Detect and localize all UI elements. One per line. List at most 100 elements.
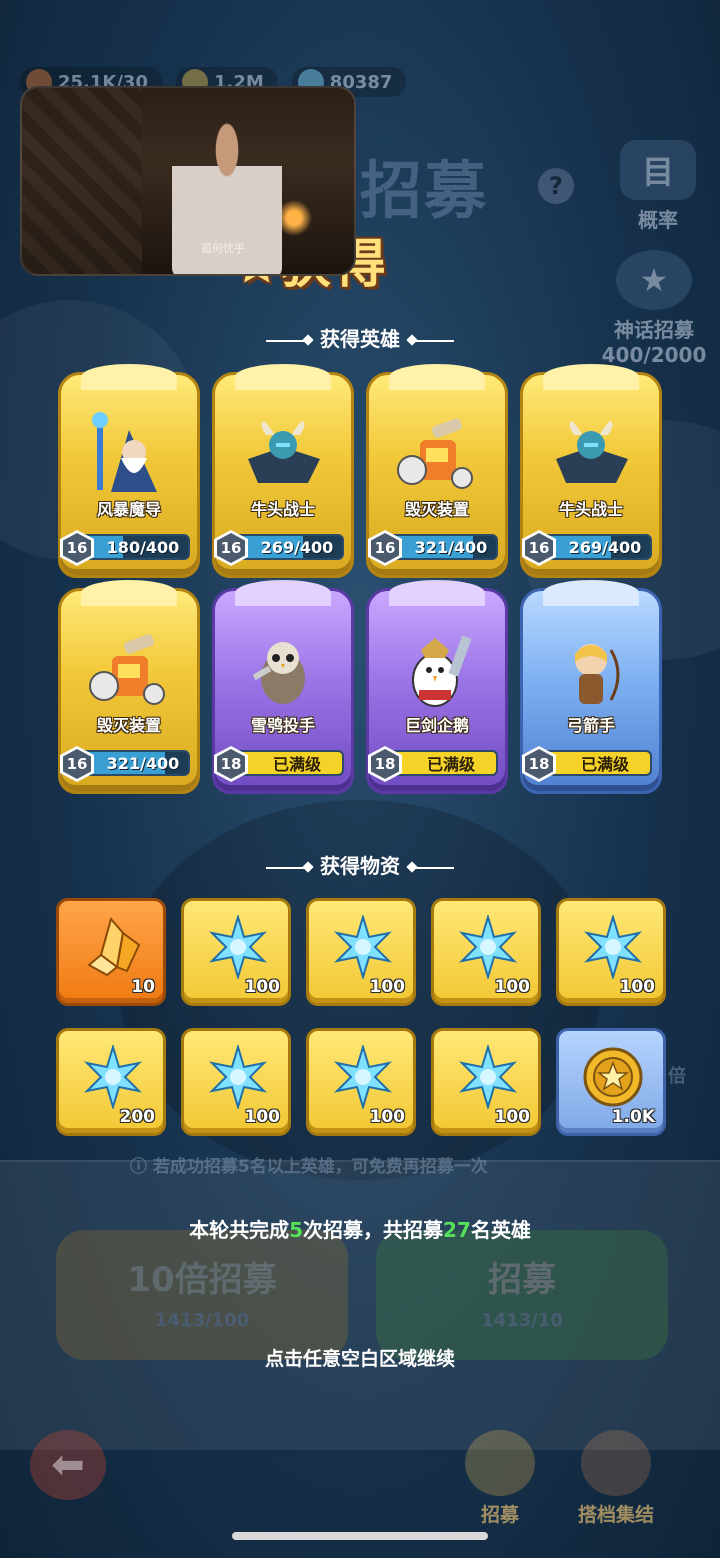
items-title-text: 获得物资 — [320, 854, 400, 878]
back-arrow-icon[interactable]: ⬅ — [30, 1430, 106, 1500]
hero-card-crest — [235, 364, 331, 390]
hero-progress-text: 269/400 — [260, 537, 334, 557]
hero-progress-text: 已满级 — [580, 755, 629, 774]
hero-name: 毁灭装置 — [96, 716, 161, 735]
page-title-recruit: 招募 — [360, 154, 489, 227]
hero-progress-text: 321/400 — [414, 537, 488, 557]
hero-level: 18 — [371, 749, 399, 779]
hero-card[interactable]: 毁灭装置 321/400 16 — [58, 580, 200, 794]
item-card[interactable]: 1.0K — [556, 1028, 666, 1136]
heroes-section-title: 获得英雄 — [0, 323, 720, 352]
hero-name: 雪鸮投手 — [250, 716, 315, 735]
coin-icon — [581, 1045, 645, 1109]
hero-card[interactable]: 风暴魔导 180/400 16 — [58, 364, 200, 578]
snowflake-icon — [206, 1043, 270, 1111]
hero-card-crest — [389, 364, 485, 390]
snowflake-icon — [206, 913, 270, 981]
hero-portrait — [84, 412, 174, 496]
title-decoration — [412, 866, 454, 869]
hero-level: 16 — [371, 533, 399, 563]
hero-progress-text: 321/400 — [106, 753, 180, 773]
hero-progress-text: 180/400 — [106, 537, 180, 557]
title-decoration — [412, 339, 454, 342]
recruit-icon — [465, 1430, 535, 1496]
free-recruit-hint-text: 若成功招募5名以上英雄，可免费再招募一次 — [152, 1157, 488, 1177]
snowflake-icon — [81, 1043, 145, 1111]
hero-portrait — [392, 628, 482, 712]
hero-card[interactable]: 牛头战士 269/400 16 — [520, 364, 662, 578]
hero-level: 18 — [217, 749, 245, 779]
hero-name: 毁灭装置 — [404, 500, 469, 519]
single-recruit-label: 招募 — [488, 1260, 556, 1300]
items-section-title: 获得物资 — [0, 850, 720, 879]
item-count: 100 — [244, 1107, 281, 1127]
hero-level: 16 — [525, 533, 553, 563]
nav-recruit[interactable]: 招募 — [440, 1430, 560, 1527]
item-card[interactable]: 100 — [181, 898, 291, 1006]
item-card[interactable]: 100 — [556, 898, 666, 1006]
recruit-result-screen[interactable]: 25.1K/30 1.2M 80387 招募 ? 🟊获得 孤何忧乎 目 概率 ★… — [0, 0, 720, 1558]
item-count: 100 — [619, 977, 656, 997]
hero-portrait — [84, 628, 174, 712]
hero-card-crest — [389, 580, 485, 606]
help-icon[interactable]: ? — [538, 168, 574, 204]
item-card[interactable]: 100 — [181, 1028, 291, 1136]
hero-name: 风暴魔导 — [96, 500, 161, 519]
item-count: 1.0K — [611, 1107, 655, 1127]
item-count: 100 — [494, 1107, 531, 1127]
hero-portrait — [546, 628, 636, 712]
nav-recruit-label: 招募 — [480, 1504, 519, 1526]
badge-icon: ★ — [616, 250, 692, 310]
single-recruit-button[interactable]: 招募 1413/10 — [376, 1230, 668, 1360]
hero-portrait — [238, 628, 328, 712]
hero-card[interactable]: 弓箭手 已满级 18 — [520, 580, 662, 794]
item-count: 200 — [119, 1107, 156, 1127]
hero-card[interactable]: 牛头战士 269/400 16 — [212, 364, 354, 578]
hero-card[interactable]: 雪鸮投手已满级 18 — [212, 580, 354, 794]
item-count: 10 — [131, 977, 155, 997]
item-card[interactable]: 200 — [56, 1028, 166, 1136]
continue-hint[interactable]: 点击任意空白区域继续 — [0, 1344, 720, 1371]
hero-portrait — [238, 412, 328, 496]
ten-recruit-label: 10倍招募 — [127, 1260, 277, 1300]
hero-progress-text: 已满级 — [272, 755, 321, 774]
single-recruit-cost: 1413/10 — [481, 1310, 563, 1331]
paw-icon — [581, 1430, 651, 1496]
item-card[interactable]: 10 — [56, 898, 166, 1006]
ten-recruit-cost: 1413/100 — [154, 1310, 250, 1331]
hero-card[interactable]: 巨剑企鹅已满级 18 — [366, 580, 508, 794]
nav-team-label: 搭档集结 — [577, 1504, 654, 1526]
item-count: 100 — [369, 977, 406, 997]
snowflake-icon — [331, 913, 395, 981]
title-decoration — [266, 866, 308, 869]
item-count: 100 — [494, 977, 531, 997]
item-count: 100 — [369, 1107, 406, 1127]
document-icon: 目 — [620, 140, 696, 200]
item-card[interactable]: 100 — [431, 898, 541, 1006]
hero-name: 巨剑企鹅 — [404, 716, 469, 735]
home-indicator[interactable] — [232, 1532, 488, 1540]
video-caption: 孤何忧乎 — [201, 242, 245, 255]
rate-button[interactable]: 目 概率 — [618, 140, 698, 233]
hero-level: 18 — [525, 749, 553, 779]
item-card[interactable]: 100 — [431, 1028, 541, 1136]
hero-name: 牛头战士 — [558, 500, 623, 519]
snowflake-icon — [456, 1043, 520, 1111]
snowflake-icon — [331, 1043, 395, 1111]
heroes-title-text: 获得英雄 — [320, 327, 400, 351]
ten-recruit-button[interactable]: 10倍招募 1413/100 — [56, 1230, 348, 1360]
recruit-summary: 本轮共完成5次招募，共招募27名英雄 — [0, 1214, 720, 1243]
hero-level: 16 — [217, 533, 245, 563]
snowflake-icon — [456, 913, 520, 981]
item-card[interactable]: 100 — [306, 898, 416, 1006]
video-overlay[interactable]: 孤何忧乎 — [20, 86, 356, 276]
summary-hero-count: 27 — [443, 1218, 471, 1242]
hero-card[interactable]: 毁灭装置 321/400 16 — [366, 364, 508, 578]
hero-progress-text: 已满级 — [426, 755, 475, 774]
nav-team[interactable]: 搭档集结 — [556, 1430, 676, 1527]
item-card[interactable]: 100 — [306, 1028, 416, 1136]
hero-name: 牛头战士 — [250, 500, 315, 519]
item-count: 100 — [244, 977, 281, 997]
snowflake-icon — [581, 913, 645, 981]
rate-label: 概率 — [638, 208, 678, 232]
